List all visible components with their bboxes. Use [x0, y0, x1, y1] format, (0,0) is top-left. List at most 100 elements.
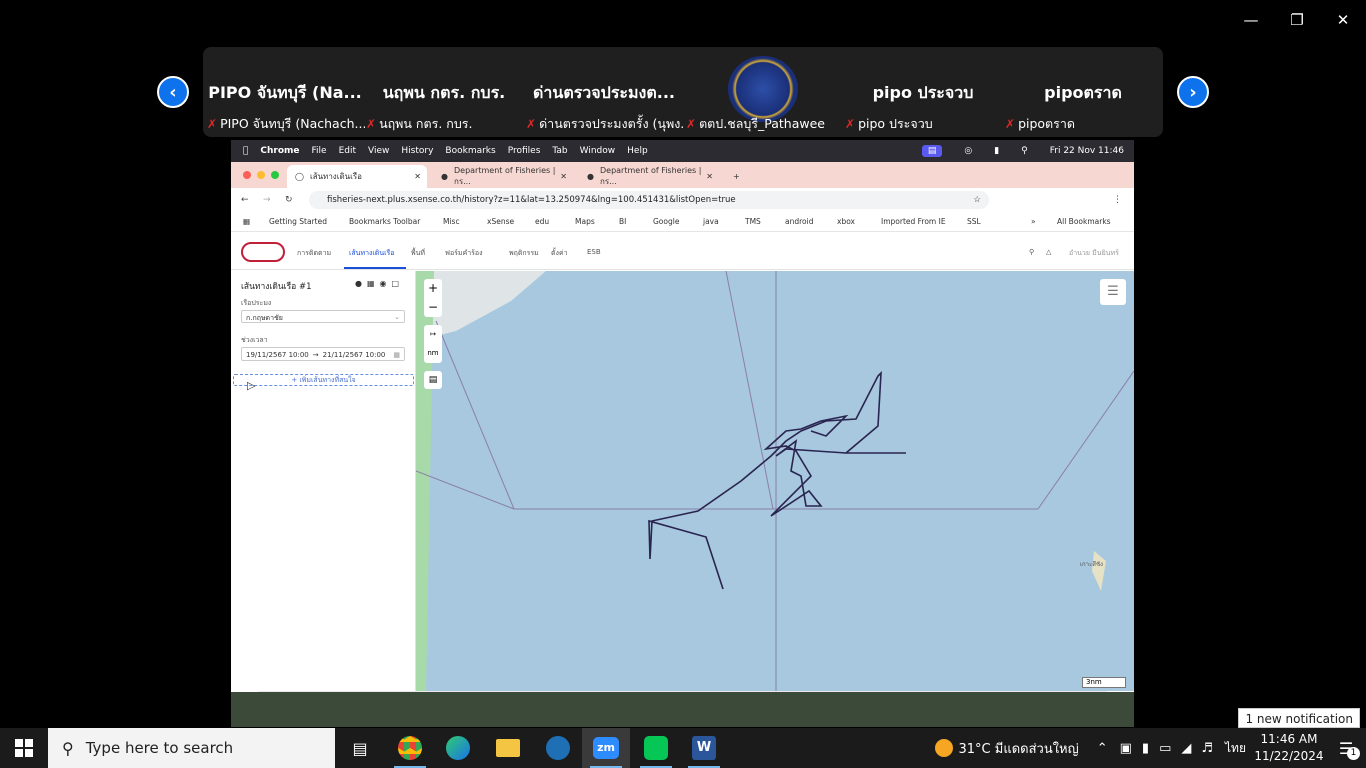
bookmark-folder[interactable]: BI	[619, 217, 626, 226]
url-field[interactable]: fisheries-next.plus.xsense.co.th/history…	[309, 191, 989, 209]
panel-toolbar-icons[interactable]: ●▦◉□	[355, 279, 404, 288]
more-bookmarks[interactable]: »	[1031, 217, 1036, 226]
weather-icon[interactable]	[934, 739, 953, 757]
menu-history[interactable]: History	[401, 146, 433, 156]
minimize-window-icon[interactable]	[257, 171, 265, 179]
next-page-button[interactable]: ›	[1177, 76, 1209, 108]
browser-tab-active[interactable]: ◯ เส้นทางเดินเรือ ✕	[287, 165, 427, 188]
search-icon[interactable]: ⚲	[1021, 146, 1028, 156]
nav-routes[interactable]: เส้นทางเดินเรือ	[349, 248, 395, 259]
meet-now-icon[interactable]: ▣	[1120, 741, 1132, 756]
bookmark-folder[interactable]: xbox	[837, 217, 855, 226]
edge-taskbar-icon[interactable]	[434, 728, 482, 768]
screen-share-icon[interactable]: ▤	[921, 145, 943, 157]
participant-tile[interactable]: pipoตราด ✗ pipoตราด	[1003, 47, 1163, 137]
bookmark-folder[interactable]: edu	[535, 217, 549, 226]
bookmark-folder[interactable]: Imported From IE	[881, 217, 946, 226]
wifi-icon[interactable]: ◎	[964, 146, 972, 156]
bookmark-item[interactable]: Getting Started	[269, 217, 327, 226]
nav-tracking[interactable]: การติดตาม	[297, 248, 331, 259]
app-logo[interactable]	[241, 242, 285, 262]
bookmark-folder[interactable]: SSL	[967, 217, 981, 226]
forward-icon[interactable]: →	[263, 195, 271, 205]
menu-dots-icon[interactable]: ⋮	[1113, 195, 1122, 205]
nav-esb[interactable]: ESB	[587, 248, 601, 256]
unit-button[interactable]: nm	[424, 344, 442, 363]
menu-edit[interactable]: Edit	[339, 146, 356, 156]
tab-close-icon[interactable]: ✕	[560, 172, 567, 181]
word-taskbar-icon[interactable]: W	[680, 728, 728, 768]
participant-tile[interactable]: นฤพน กตร. กบร. ✗ นฤพน กตร. กบร.	[364, 47, 524, 137]
clock[interactable]: 11:46 AM 11/22/2024	[1252, 731, 1326, 765]
alert-icon[interactable]: △	[1046, 248, 1051, 256]
participant-tile[interactable]: PIPO จันทบุรี (Na... ✗ PIPO จันทบุรี (Nac…	[205, 47, 365, 137]
vessel-select[interactable]: ก.กฤษดาชัย ⌄	[241, 310, 405, 323]
microphone-icon[interactable]: ▮	[1142, 741, 1149, 756]
zoom-out-button[interactable]: −	[424, 298, 442, 317]
add-route-button[interactable]: + เพิ่มเส้นทางที่สนใจ	[233, 374, 414, 386]
bookmark-folder[interactable]: java	[703, 217, 719, 226]
file-explorer-icon[interactable]	[484, 728, 532, 768]
browser-tab[interactable]: ● Department of Fisheries | กร... ✕	[579, 165, 719, 188]
apple-icon[interactable]: 	[243, 146, 248, 156]
task-view-icon[interactable]: ▤	[336, 728, 384, 768]
menu-view[interactable]: View	[368, 146, 389, 156]
menu-help[interactable]: Help	[627, 146, 648, 156]
participant-tile[interactable]: ด่านตรวจประมงต... ✗ ด่านตรวจประมงตรั้ง (น…	[524, 47, 684, 137]
browser-tab[interactable]: ● Department of Fisheries | กร... ✕	[433, 165, 573, 188]
map-view[interactable]: + − ↦ nm ▤ ☰ เกาะสีชัง 3nm	[416, 271, 1134, 691]
nav-forms[interactable]: ฟอร์มคำร้อง	[445, 248, 483, 259]
line-taskbar-icon[interactable]	[632, 728, 680, 768]
chrome-taskbar-icon[interactable]	[386, 728, 434, 768]
new-tab-icon[interactable]: +	[725, 165, 740, 188]
bookmark-folder[interactable]: android	[785, 217, 813, 226]
menu-file[interactable]: File	[312, 146, 327, 156]
participant-tile[interactable]: ✗ ตตป.ชลบุรี_Pathawee	[684, 47, 844, 137]
zoom-taskbar-icon[interactable]: zm	[582, 728, 630, 768]
maximize-window-icon[interactable]	[271, 171, 279, 179]
chevron-up-icon[interactable]: ⌃	[1097, 741, 1108, 756]
previous-page-button[interactable]: ‹	[157, 76, 189, 108]
minimize-icon[interactable]: —	[1228, 6, 1274, 34]
nav-behavior[interactable]: พฤติกรรม	[509, 248, 539, 259]
reload-icon[interactable]: ↻	[285, 195, 293, 205]
nav-areas[interactable]: พื้นที่	[411, 248, 425, 259]
input-language[interactable]: ไทย	[1225, 739, 1246, 758]
battery-icon[interactable]: ▭	[1159, 741, 1171, 756]
volume-icon[interactable]: ♬	[1201, 741, 1213, 756]
participant-tile[interactable]: pipo ประจวบ ✗ pipo ประจวบ	[843, 47, 1003, 137]
user-menu[interactable]: อำนวย มีนยินทร์	[1069, 248, 1119, 259]
network-icon[interactable]: ◢	[1181, 741, 1191, 756]
close-window-icon[interactable]	[243, 171, 251, 179]
search-icon[interactable]: ⚲	[1029, 248, 1034, 256]
date-range-input[interactable]: 19/11/2567 10:00 → 21/11/2567 10:00 ▦	[241, 347, 405, 361]
menu-window[interactable]: Window	[580, 146, 616, 156]
bookmark-star-icon[interactable]: ☆	[973, 195, 981, 205]
tab-close-icon[interactable]: ✕	[414, 172, 421, 181]
bookmark-folder[interactable]: xSense	[487, 217, 514, 226]
back-icon[interactable]: ←	[241, 195, 249, 205]
taskbar-search-box[interactable]: ⚲ Type here to search	[48, 728, 335, 768]
layers-icon[interactable]: ☰	[1100, 279, 1126, 305]
menu-chrome[interactable]: Chrome	[260, 146, 299, 156]
battery-icon[interactable]: ▮	[994, 146, 999, 156]
start-button[interactable]	[0, 728, 48, 768]
apps-grid-icon[interactable]: ▦	[243, 217, 250, 226]
panel-toggle-icon[interactable]: ▤	[424, 371, 442, 389]
close-icon[interactable]: ✕	[1320, 6, 1366, 34]
bookmark-folder[interactable]: Misc	[443, 217, 460, 226]
ruler-button[interactable]: ↦	[424, 325, 442, 344]
menu-tab[interactable]: Tab	[552, 146, 567, 156]
menu-profiles[interactable]: Profiles	[508, 146, 541, 156]
menu-bookmarks[interactable]: Bookmarks	[445, 146, 495, 156]
bookmark-folder[interactable]: Bookmarks Toolbar	[349, 217, 420, 226]
zoom-in-button[interactable]: +	[424, 279, 442, 298]
action-center-icon[interactable]: ☰ 1	[1326, 728, 1366, 768]
bookmark-folder[interactable]: Google	[653, 217, 679, 226]
magnifier-app-icon[interactable]	[534, 728, 582, 768]
tab-close-icon[interactable]: ✕	[706, 172, 713, 181]
nav-settings[interactable]: ตั้งค่า	[551, 248, 568, 259]
restore-icon[interactable]: ❐	[1274, 6, 1320, 34]
notification-toast[interactable]: 1 new notification	[1238, 708, 1360, 728]
all-bookmarks[interactable]: All Bookmarks	[1057, 217, 1111, 226]
